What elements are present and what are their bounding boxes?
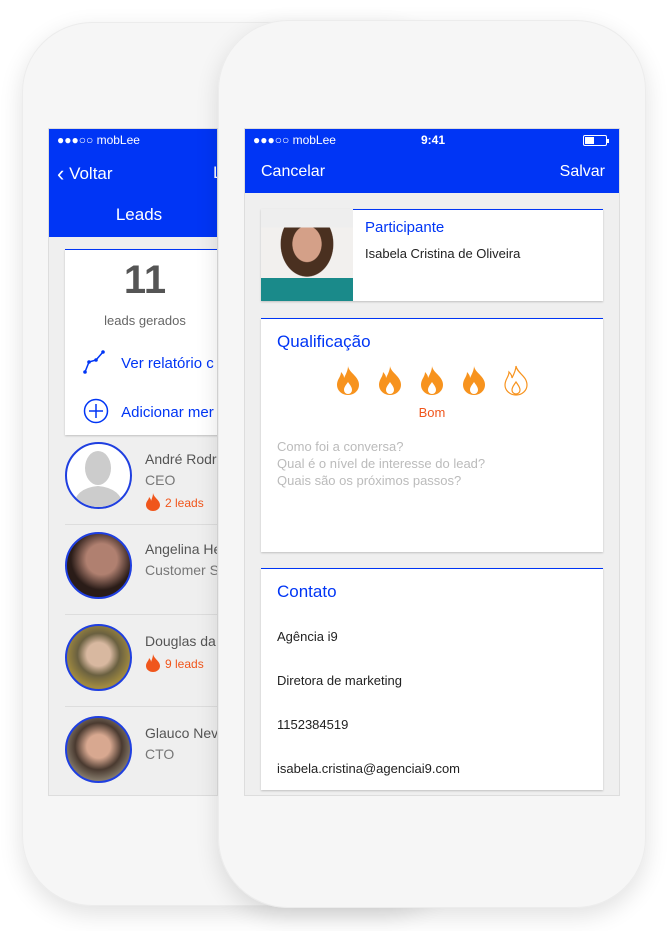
member-row[interactable]: André Rodri CEO 2 leads <box>65 437 218 525</box>
avatar-photo <box>65 716 132 783</box>
member-leads: 9 leads <box>145 654 204 672</box>
header: ●●●○○ mobLee ‹ Voltar L Leads <box>49 129 217 237</box>
flame-icon <box>146 654 160 672</box>
member-role: CEO <box>145 472 176 488</box>
notes-textarea[interactable]: Como foi a conversa? Qual é o nível de i… <box>277 438 587 538</box>
leads-count: 11 <box>123 258 167 302</box>
leads-screen: ●●●○○ mobLee ‹ Voltar L Leads 11 leads g… <box>48 128 218 796</box>
flame-filled-icon[interactable] <box>377 365 403 397</box>
qualification-card: Qualificação Bom Como foi a conversa? Qu… <box>261 318 603 552</box>
member-row[interactable]: Angelina He Customer S <box>65 527 218 615</box>
flame-outline-icon[interactable] <box>503 365 529 397</box>
flame-filled-icon[interactable] <box>335 365 361 397</box>
chevron-left-icon: ‹ <box>57 161 65 186</box>
member-name: Angelina He <box>145 541 218 557</box>
participant-card: Participante Isabela Cristina de Oliveir… <box>261 209 603 301</box>
rating-label: Bom <box>418 405 446 420</box>
member-leads-count: 2 leads <box>165 496 204 510</box>
email-field[interactable]: isabela.cristina@agenciai9.com <box>277 761 460 776</box>
phone-field[interactable]: 1152384519 <box>277 717 348 732</box>
clock: 9:41 <box>420 133 446 147</box>
member-role: Customer S <box>145 562 218 578</box>
flame-icon <box>146 493 160 511</box>
back-button[interactable]: ‹ Voltar <box>57 161 113 187</box>
participant-photo <box>261 209 353 301</box>
leads-count-label: leads gerados <box>104 313 186 328</box>
back-label: Voltar <box>69 164 113 183</box>
avatar-photo <box>65 532 132 599</box>
summary-card: 11 leads gerados Ver relatório c Adicion… <box>65 249 217 435</box>
flame-filled-icon[interactable] <box>419 365 445 397</box>
lead-edit-screen: ●●●○○ mobLee 9:41 Cancelar Salvar Partic… <box>244 128 620 796</box>
member-role: CTO <box>145 746 175 762</box>
report-link[interactable]: Ver relatório c <box>83 350 214 374</box>
avatar-photo <box>65 624 132 691</box>
report-link-label: Ver relatório c <box>121 355 214 372</box>
flame-rating[interactable] <box>261 365 603 402</box>
qualification-heading: Qualificação <box>277 332 371 351</box>
member-name: André Rodri <box>145 451 218 467</box>
contact-card: Contato Agência i9 Diretora de marketing… <box>261 568 603 790</box>
plus-circle-icon <box>83 398 109 424</box>
chart-line-icon <box>83 350 105 374</box>
save-button[interactable]: Salvar <box>560 163 605 181</box>
job-title-field[interactable]: Diretora de marketing <box>277 673 402 688</box>
member-name: Douglas da <box>145 633 216 649</box>
contact-heading: Contato <box>277 582 337 601</box>
member-row[interactable]: Glauco Nev CTO <box>65 711 218 795</box>
member-leads: 2 leads <box>145 493 204 511</box>
placeholder-line: Qual é o nível de interesse do lead? <box>277 456 486 471</box>
company-field[interactable]: Agência i9 <box>277 629 338 644</box>
status-bar: ●●●○○ mobLee 9:41 <box>245 129 619 151</box>
participant-name: Isabela Cristina de Oliveira <box>365 246 521 261</box>
placeholder-line: Quais são os próximos passos? <box>277 473 462 488</box>
member-name: Glauco Nev <box>145 725 218 741</box>
add-member-link[interactable]: Adicionar mer <box>83 398 214 424</box>
participant-heading: Participante <box>365 219 445 236</box>
cancel-button[interactable]: Cancelar <box>261 163 325 181</box>
add-member-label: Adicionar mer <box>121 404 214 421</box>
avatar-placeholder <box>65 442 132 509</box>
header: ●●●○○ mobLee 9:41 Cancelar Salvar <box>245 129 619 193</box>
flame-filled-icon[interactable] <box>461 365 487 397</box>
carrier: ●●●○○ mobLee <box>57 133 140 147</box>
placeholder-line: Como foi a conversa? <box>277 439 404 454</box>
member-row[interactable]: Douglas da 9 leads <box>65 619 217 707</box>
tab-leads[interactable]: Leads <box>49 205 217 225</box>
status-bar: ●●●○○ mobLee <box>49 129 217 151</box>
battery-icon <box>583 135 609 146</box>
member-leads-count: 9 leads <box>165 657 204 671</box>
